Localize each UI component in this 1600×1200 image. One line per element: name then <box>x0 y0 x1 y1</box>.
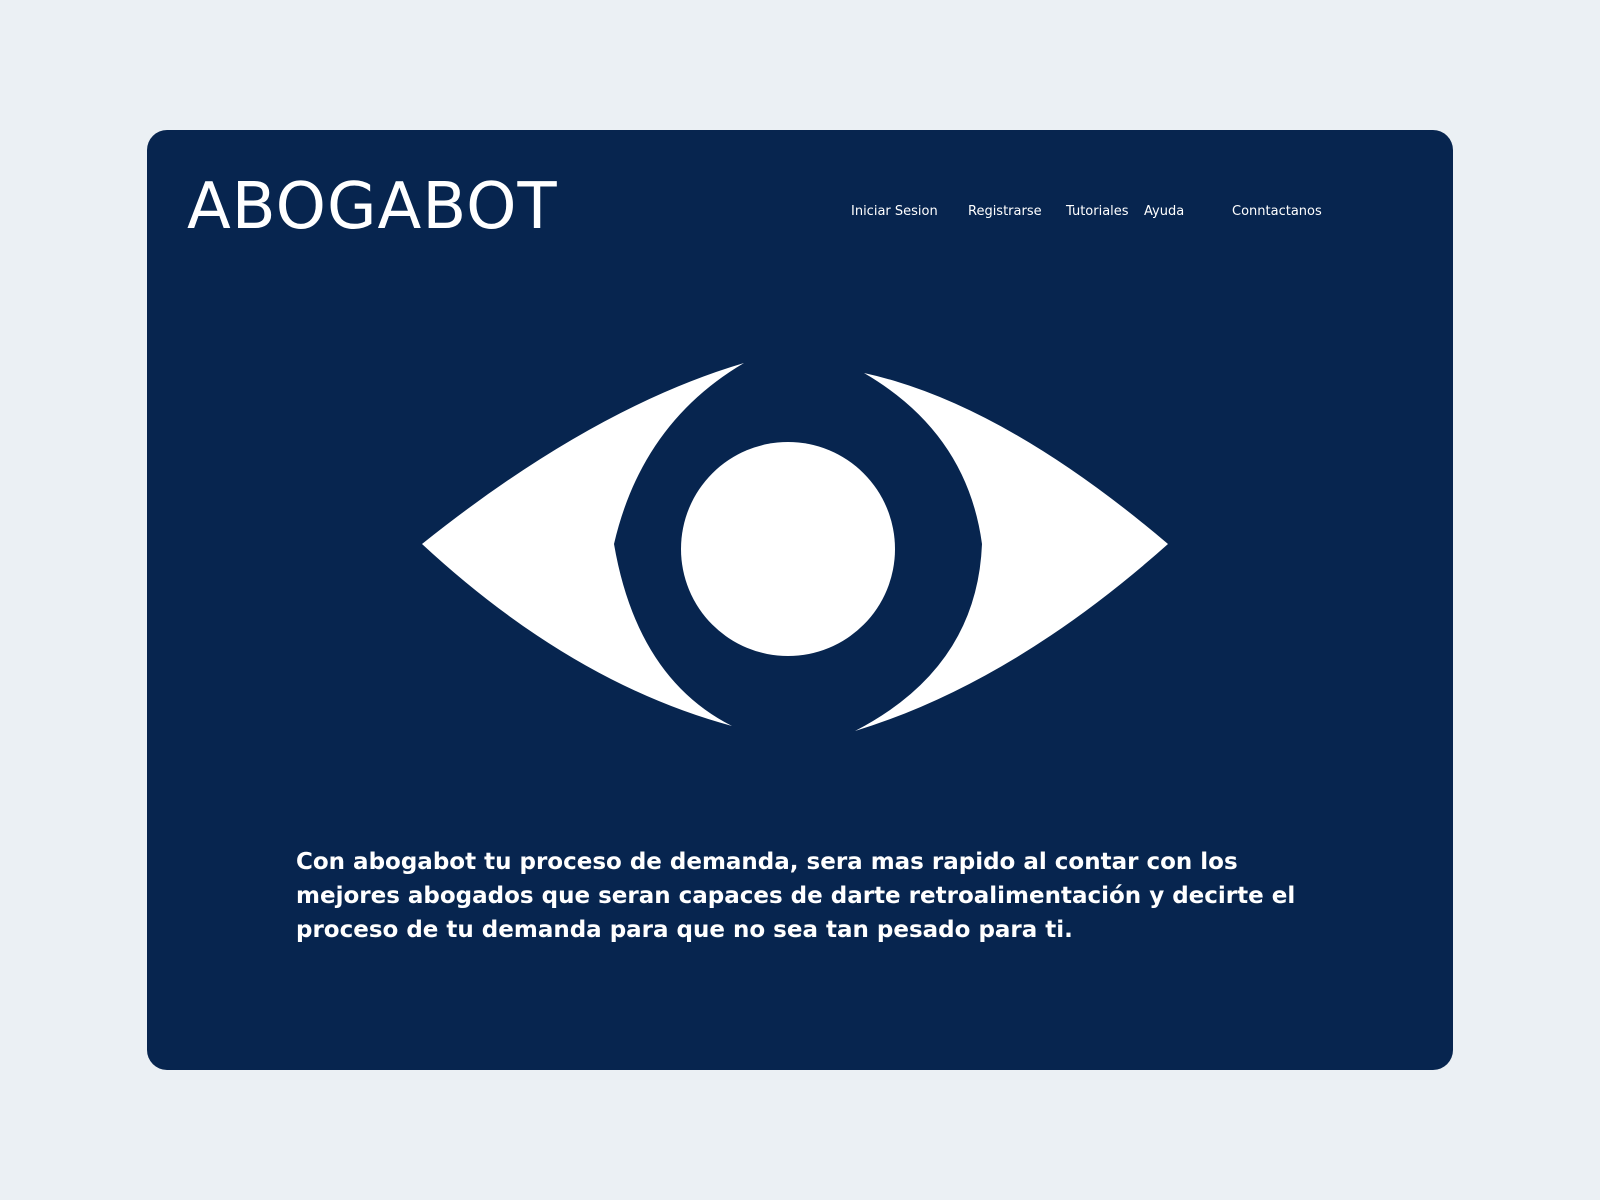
hero-description: Con abogabot tu proceso de demanda, sera… <box>296 849 1296 943</box>
nav-login-link[interactable]: Iniciar Sesion <box>851 204 938 219</box>
nav-tutorials-link[interactable]: Tutoriales <box>1066 204 1129 219</box>
nav-register-link[interactable]: Registrarse <box>968 204 1042 219</box>
hero-card: ABOGABOT Iniciar Sesion Registrarse Tuto… <box>147 130 1453 1070</box>
eye-right-shape <box>855 373 1168 731</box>
nav-help-link[interactable]: Ayuda <box>1144 204 1184 219</box>
eye-icon <box>422 363 1168 731</box>
nav-contact-link[interactable]: Conntactanos <box>1232 204 1322 219</box>
top-nav: Iniciar Sesion Registrarse Tutoriales Ay… <box>147 204 1453 224</box>
eye-pupil <box>681 442 895 656</box>
